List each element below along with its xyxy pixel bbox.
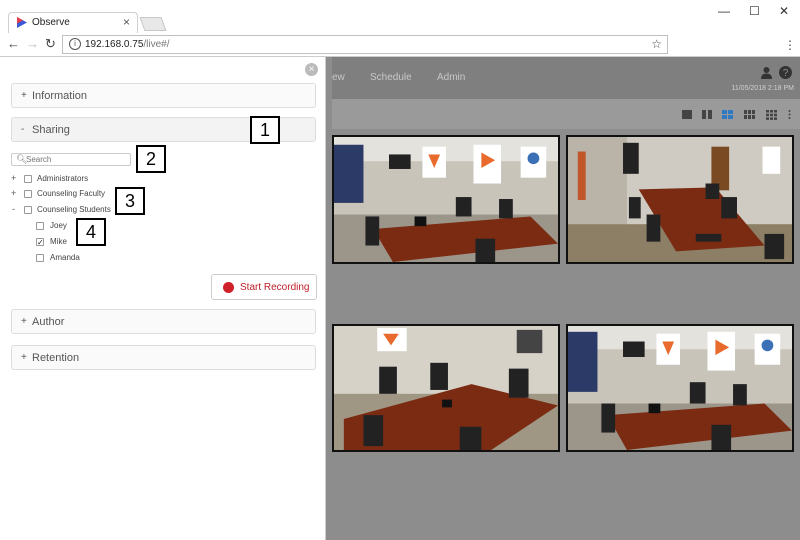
camera-tile-3[interactable] [332, 324, 560, 452]
info-icon[interactable]: i [69, 38, 81, 50]
layout-1x1-icon[interactable] [682, 110, 692, 119]
url-host: 192.168.0.75 [85, 39, 144, 50]
bookmark-star-icon[interactable]: ☆ [651, 37, 662, 51]
layout-2x2-icon[interactable] [722, 110, 733, 119]
date-time-label: 11/05/2018 2:18 PM [731, 85, 794, 92]
back-icon[interactable]: ← [7, 36, 20, 51]
browser-tab[interactable]: Observe × [8, 12, 138, 33]
address-bar: ← → ↻ i 192.168.0.75/live#/ ☆ ⋮ [0, 33, 800, 57]
section-expand-sign: + [21, 90, 27, 101]
tree-row-counseling-faculty[interactable]: + Counseling Faculty [11, 188, 211, 201]
section-label: Retention [32, 352, 80, 364]
section-expand-sign: + [21, 316, 27, 327]
layout-3x2-icon[interactable] [744, 110, 755, 119]
callout-2: 2 [136, 145, 166, 173]
screen: Observe × — ☐ ✕ ← → ↻ i 192.168.0.75/liv… [0, 0, 800, 540]
section-label: Sharing [32, 124, 70, 136]
tree-label: Administrators [37, 174, 89, 183]
nav-item-admin[interactable]: Admin [437, 72, 465, 83]
url-text[interactable]: 192.168.0.75/live#/ [85, 39, 170, 50]
nav-item-schedule[interactable]: Schedule [370, 72, 412, 83]
user-icon[interactable] [760, 66, 773, 79]
start-recording-button[interactable]: Start Recording [211, 274, 317, 300]
camera-tile-2[interactable] [566, 135, 794, 264]
camera-feed-image [334, 326, 558, 450]
camera-feed-image [568, 326, 792, 450]
checkbox[interactable] [36, 254, 44, 262]
help-icon[interactable]: ? [779, 66, 792, 79]
section-information[interactable]: + Information [11, 83, 316, 108]
tree-label: Counseling Students [37, 205, 111, 214]
start-recording-label: Start Recording [240, 282, 310, 293]
search-input[interactable] [26, 154, 126, 165]
nav-item-view[interactable]: ew [332, 72, 345, 83]
layout-toolbar [332, 99, 800, 129]
layout-2x1-icon[interactable] [702, 110, 712, 119]
url-path: /live#/ [143, 39, 170, 50]
checkbox[interactable] [36, 222, 44, 230]
record-dot-icon [223, 282, 234, 293]
forward-icon[interactable]: → [26, 36, 39, 51]
section-label: Author [32, 316, 65, 328]
callout-1: 1 [250, 116, 280, 144]
tree-label: Amanda [50, 253, 80, 262]
checkbox-checked[interactable]: ✓ [36, 238, 44, 247]
checkbox[interactable] [24, 206, 32, 214]
layout-3x3-icon[interactable] [766, 110, 777, 120]
expand-icon[interactable]: + [11, 173, 16, 183]
collapse-icon[interactable]: - [12, 204, 15, 214]
search-box[interactable]: 🔍︎ [11, 153, 131, 166]
callout-3: 3 [115, 187, 145, 215]
expand-icon[interactable]: + [11, 188, 16, 198]
camera-feed-image [568, 137, 792, 262]
tree-label: Mike [50, 237, 67, 246]
maximize-icon[interactable]: ☐ [749, 4, 760, 18]
browser-tab-bar: Observe × — ☐ ✕ [0, 0, 800, 33]
section-label: Information [32, 90, 88, 102]
camera-tile-1[interactable] [332, 135, 560, 264]
section-retention[interactable]: + Retention [11, 345, 316, 370]
window-close-icon[interactable]: ✕ [779, 4, 789, 18]
section-collapse-sign: - [21, 124, 25, 135]
camera-tile-4[interactable] [566, 324, 794, 452]
more-icon[interactable] [785, 110, 794, 119]
section-author[interactable]: + Author [11, 309, 316, 334]
tree-row-amanda[interactable]: Amanda [36, 253, 156, 265]
app-top-nav: ew Schedule Admin ? 11/05/2018 2:18 PM [332, 57, 800, 99]
checkbox[interactable] [24, 175, 32, 183]
reload-icon[interactable]: ↻ [45, 36, 56, 52]
new-tab-button[interactable] [139, 17, 167, 31]
tree-label: Joey [50, 221, 67, 230]
observe-logo-icon [17, 17, 27, 28]
tree-row-administrators[interactable]: + Administrators [11, 173, 211, 186]
url-field[interactable]: i 192.168.0.75/live#/ ☆ [62, 35, 668, 54]
tab-close-icon[interactable]: × [123, 15, 130, 29]
tree-label: Counseling Faculty [37, 189, 106, 198]
checkbox[interactable] [24, 190, 32, 198]
panel-close-icon[interactable]: × [305, 63, 318, 76]
svg-text:?: ? [783, 68, 789, 79]
callout-4: 4 [76, 218, 106, 246]
browser-menu-icon[interactable]: ⋮ [784, 38, 796, 52]
tree-row-counseling-students[interactable]: - Counseling Students [11, 204, 211, 217]
minimize-icon[interactable]: — [718, 4, 730, 18]
camera-feed-image [334, 137, 558, 262]
tab-title: Observe [32, 17, 70, 28]
section-expand-sign: + [21, 352, 27, 363]
sharing-panel: × + Information - Sharing 🔍︎ + Administr… [0, 57, 326, 540]
